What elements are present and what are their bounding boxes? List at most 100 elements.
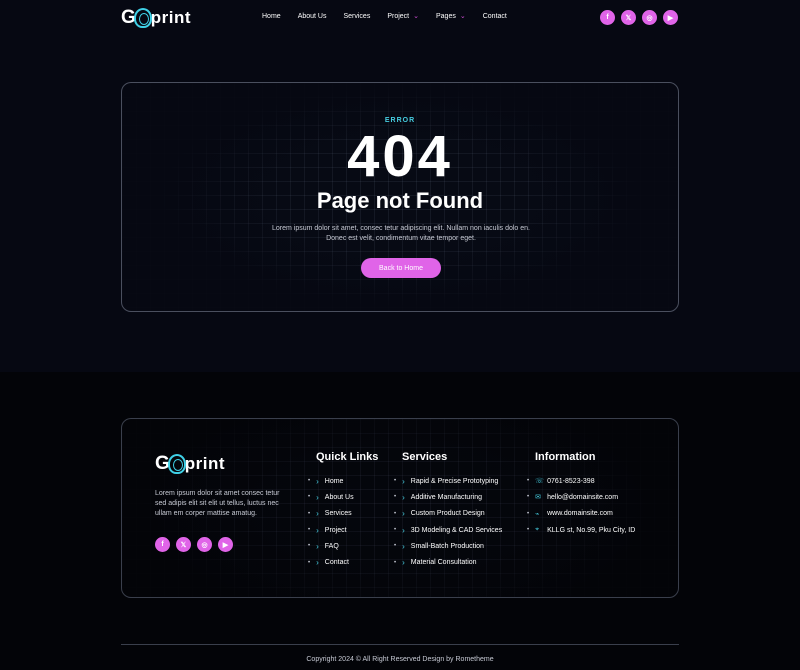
- nav-contact[interactable]: Contact: [483, 12, 507, 20]
- bullet-icon: •: [527, 478, 530, 485]
- youtube-icon[interactable]: ▶: [663, 10, 678, 25]
- footer-service-label: Material Consultation: [410, 559, 477, 567]
- chevron-right-icon: ›: [316, 525, 319, 535]
- footer-link-about-us[interactable]: • › About Us: [308, 489, 354, 505]
- chevron-down-icon: ⌄: [459, 13, 466, 20]
- services-title: Services: [402, 451, 448, 463]
- footer-about-text: Lorem ipsum dolor sit amet consec tetur …: [155, 490, 280, 517]
- footer-service-label: Additive Manufacturing: [410, 493, 482, 501]
- footer-service-label: Small-Batch Production: [410, 542, 484, 550]
- bullet-icon: •: [527, 494, 530, 501]
- nav-project[interactable]: Project ⌄: [387, 12, 419, 21]
- footer-link-services[interactable]: • › Services: [308, 506, 354, 522]
- footer-service-item[interactable]: • › Additive Manufacturing: [394, 489, 502, 505]
- nav-pages-label: Pages: [436, 12, 456, 20]
- instagram-icon[interactable]: ◎: [642, 10, 657, 25]
- chevron-right-icon: ›: [402, 558, 405, 568]
- footer-link-faq[interactable]: • › FAQ: [308, 538, 354, 554]
- chevron-right-icon: ›: [402, 492, 405, 502]
- footer-service-label: Rapid & Precise Prototyping: [410, 477, 499, 485]
- info-website[interactable]: • ⌁ www.domainsite.com: [527, 506, 635, 522]
- x-icon[interactable]: 𝕏: [621, 10, 636, 25]
- footer-service-label: 3D Modeling & CAD Services: [410, 526, 503, 534]
- chevron-down-icon: ⌄: [413, 13, 419, 20]
- header-social-links: f 𝕏 ◎ ▶: [600, 10, 678, 25]
- bullet-icon: •: [394, 478, 397, 485]
- bullet-icon: •: [308, 494, 311, 501]
- nav-pages[interactable]: Pages ⌄: [436, 12, 466, 21]
- footer-service-item[interactable]: • › Rapid & Precise Prototyping: [394, 473, 502, 489]
- footer-link-contact[interactable]: • › Contact: [308, 554, 354, 570]
- error-description: Lorem ipsum dolor sit amet, consec tetur…: [252, 224, 550, 244]
- chevron-right-icon: ›: [402, 541, 405, 551]
- main-nav: Home About Us Services Project ⌄ Pages ⌄ C…: [262, 12, 524, 21]
- nav-services-label: Services: [343, 12, 371, 20]
- location-icon: ⌖: [535, 526, 540, 534]
- nav-home-label: Home: [262, 12, 281, 20]
- facebook-icon[interactable]: f: [155, 537, 170, 552]
- youtube-icon[interactable]: ▶: [218, 537, 233, 552]
- footer-service-item[interactable]: • › Material Consultation: [394, 554, 502, 570]
- bullet-icon: •: [308, 527, 311, 534]
- footer-link-label: Contact: [324, 559, 349, 567]
- info-phone[interactable]: • ☏ 0761-8523-398: [527, 473, 635, 489]
- info-website-text: www.domainsite.com: [547, 510, 613, 518]
- bullet-icon: •: [308, 510, 311, 517]
- logo-letter-g: G: [155, 453, 170, 474]
- nav-services[interactable]: Services: [343, 12, 370, 20]
- nav-about-us[interactable]: About Us: [298, 12, 327, 20]
- bullet-icon: •: [308, 543, 311, 550]
- footer-divider: [121, 644, 679, 645]
- footer-link-home[interactable]: • › Home: [308, 473, 354, 489]
- footer-link-label: Home: [324, 477, 344, 485]
- bullet-icon: •: [394, 494, 397, 501]
- quick-links-list: • › Home • › About Us • › Services • › Project •…: [308, 473, 354, 571]
- footer-link-project[interactable]: • › Project: [308, 522, 354, 538]
- services-list: • › Rapid & Precise Prototyping • › Additive…: [394, 473, 502, 571]
- footer-service-item[interactable]: • › 3D Modeling & CAD Services: [394, 522, 502, 538]
- facebook-icon[interactable]: f: [600, 10, 615, 25]
- copyright-text: Copyright 2024 © All Right Reserved Desi…: [306, 656, 494, 663]
- nav-about-us-label: About Us: [297, 12, 327, 20]
- error-code: 404: [347, 124, 453, 189]
- logo-word: print: [184, 454, 226, 473]
- bullet-icon: •: [308, 559, 311, 566]
- bullet-icon: •: [394, 527, 397, 534]
- bullet-icon: •: [527, 510, 530, 517]
- logo[interactable]: G print: [121, 7, 191, 29]
- globe-icon: ⌁: [535, 510, 540, 518]
- bullet-icon: •: [394, 510, 397, 517]
- x-icon[interactable]: 𝕏: [176, 537, 191, 552]
- footer-service-label: Custom Product Design: [410, 510, 485, 518]
- chevron-right-icon: ›: [402, 476, 405, 486]
- error-title: Page not Found: [316, 188, 484, 213]
- instagram-icon[interactable]: ◎: [197, 537, 212, 552]
- chevron-right-icon: ›: [316, 541, 319, 551]
- email-icon: ✉: [535, 494, 541, 502]
- footer-link-label: Project: [324, 526, 347, 534]
- footer-logo[interactable]: G print: [155, 453, 225, 475]
- chevron-right-icon: ›: [316, 558, 319, 568]
- bullet-icon: •: [394, 559, 397, 566]
- info-address: • ⌖ KLLG st, No.99, Pku City, ID: [527, 522, 635, 538]
- back-to-home-button[interactable]: Back to Home: [361, 258, 441, 278]
- nav-project-label: Project: [387, 12, 410, 20]
- footer-social-links: f 𝕏 ◎ ▶: [155, 537, 233, 552]
- footer-link-label: Services: [324, 510, 352, 518]
- chevron-right-icon: ›: [316, 492, 319, 502]
- footer-service-item[interactable]: • › Custom Product Design: [394, 506, 502, 522]
- chevron-right-icon: ›: [402, 525, 405, 535]
- info-phone-text: 0761-8523-398: [547, 477, 595, 485]
- info-email[interactable]: • ✉ hello@domainsite.com: [527, 489, 635, 505]
- chevron-right-icon: ›: [316, 476, 319, 486]
- fingerprint-logo-icon: [133, 8, 152, 28]
- info-email-text: hello@domainsite.com: [547, 493, 619, 501]
- logo-word: print: [150, 8, 192, 27]
- phone-icon: ☏: [535, 478, 544, 486]
- info-address-text: KLLG st, No.99, Pku City, ID: [547, 526, 636, 534]
- footer-service-item[interactable]: • › Small-Batch Production: [394, 538, 502, 554]
- information-list: • ☏ 0761-8523-398 • ✉ hello@domainsite.com •…: [527, 473, 635, 538]
- nav-home[interactable]: Home: [262, 12, 281, 20]
- bullet-icon: •: [527, 527, 530, 534]
- nav-contact-label: Contact: [482, 12, 507, 20]
